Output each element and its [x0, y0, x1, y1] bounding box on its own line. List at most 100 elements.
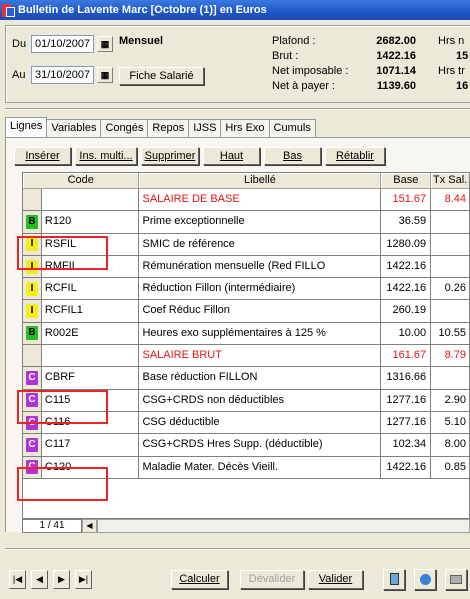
calculator-button[interactable]: [383, 569, 405, 590]
tab-cumuls[interactable]: Cumuls: [268, 119, 316, 137]
code-cell[interactable]: R120: [42, 211, 140, 233]
tab-lignes[interactable]: Lignes: [5, 117, 48, 137]
tx-sal-cell[interactable]: 8.79: [431, 345, 469, 366]
devalider-button[interactable]: Dévalider: [240, 570, 304, 589]
horizontal-scrollbar[interactable]: [97, 519, 470, 533]
tab-repos[interactable]: Repos: [147, 119, 190, 137]
tx-sal-cell[interactable]: 5.10: [431, 412, 469, 433]
base-cell[interactable]: 260.19: [381, 300, 432, 322]
last-record-button[interactable]: ▶|: [75, 570, 92, 589]
libelle-cell[interactable]: CSG+CRDS non déductibles: [139, 389, 382, 411]
help-button[interactable]: [414, 569, 436, 590]
base-cell[interactable]: 1280.09: [381, 233, 432, 255]
fiche-salarie-button[interactable]: Fiche Salarié: [119, 67, 204, 85]
table-row[interactable]: SALAIRE BRUT 161.67 8.79: [23, 345, 469, 368]
libelle-cell[interactable]: Rémunération mensuelle (Red FILLO: [139, 255, 382, 278]
base-cell[interactable]: 1422.16: [381, 255, 432, 278]
code-cell[interactable]: [42, 189, 140, 211]
tx-sal-cell[interactable]: 0.85: [431, 457, 469, 478]
tab-hrs-exo[interactable]: Hrs Exo: [220, 119, 270, 137]
from-date-input[interactable]: 01/10/2007: [31, 35, 94, 53]
table-row[interactable]: B R002E Heures exo supplémentaires à 125 %…: [23, 322, 469, 346]
row-type-cell: B: [23, 322, 42, 345]
base-cell[interactable]: 36.59: [381, 211, 432, 233]
first-record-button[interactable]: |◀: [9, 570, 26, 589]
row-type-cell: I: [23, 278, 42, 300]
to-calendar-button[interactable]: ▦: [97, 67, 113, 83]
header-base[interactable]: Base: [381, 173, 432, 188]
base-cell[interactable]: 1422.16: [381, 278, 432, 300]
base-cell[interactable]: 10.00: [381, 322, 432, 345]
header-code[interactable]: Code: [23, 173, 140, 188]
tab-conges[interactable]: Congés: [100, 119, 149, 137]
base-cell[interactable]: 1316.66: [381, 367, 432, 389]
code-cell[interactable]: R002E: [42, 322, 140, 345]
libelle-cell[interactable]: Maladie Mater. Décès Vieill.: [139, 456, 382, 478]
tx-sal-cell[interactable]: 10.55: [431, 323, 469, 344]
base-cell[interactable]: 1277.16: [381, 389, 432, 411]
highlight-box-rsfil: [17, 236, 108, 270]
hrs-n-label: Hrs n: [438, 35, 465, 47]
libelle-cell[interactable]: Prime exceptionnelle: [139, 211, 382, 233]
code-cell[interactable]: [42, 345, 140, 367]
insert-multi-button[interactable]: Ins. multi...: [75, 147, 137, 165]
separator: [5, 108, 470, 110]
tx-sal-cell[interactable]: 0.26: [431, 278, 469, 299]
base-cell[interactable]: 161.67: [381, 345, 432, 367]
header-libelle[interactable]: Libellé: [139, 173, 382, 188]
prev-record-button[interactable]: ◀: [31, 570, 48, 589]
to-date-input[interactable]: 31/10/2007: [31, 66, 94, 84]
valider-button[interactable]: Valider: [308, 570, 363, 589]
libelle-cell[interactable]: CSG+CRDS Hres Supp. (déductible): [139, 434, 382, 456]
tx-sal-cell[interactable]: [431, 234, 469, 255]
libelle-cell[interactable]: SALAIRE DE BASE: [139, 189, 382, 211]
from-label: Du: [12, 38, 27, 50]
tx-sal-cell[interactable]: [431, 367, 469, 388]
libelle-cell[interactable]: Réduction Fillon (intermédiaire): [139, 278, 382, 300]
table-row[interactable]: I RCFIL1 Coef Réduc Fillon 260.19: [23, 300, 469, 323]
libelle-cell[interactable]: Coef Réduc Fillon: [139, 300, 382, 322]
libelle-cell[interactable]: SALAIRE BRUT: [139, 345, 382, 367]
code-cell[interactable]: RCFIL: [42, 278, 140, 300]
table-row[interactable]: I RCFIL Réduction Fillon (intermédiaire) 14…: [23, 278, 469, 301]
tx-sal-cell[interactable]: 8.44: [431, 189, 469, 210]
bas-button[interactable]: Bas: [264, 147, 321, 165]
tab-ijss[interactable]: IJSS: [188, 119, 222, 137]
inserer-button[interactable]: Insérer: [14, 147, 71, 165]
print-button[interactable]: [445, 569, 467, 590]
base-cell[interactable]: 102.34: [381, 434, 432, 456]
tab-variables[interactable]: Variables: [46, 119, 102, 137]
base-cell[interactable]: 151.67: [381, 189, 432, 211]
tx-sal-cell[interactable]: 8.00: [431, 434, 469, 455]
code-cell[interactable]: CBRF: [42, 367, 140, 389]
header-tx-sal[interactable]: Tx Sal.: [431, 173, 469, 188]
code-cell[interactable]: RCFIL1: [42, 300, 140, 322]
haut-button[interactable]: Haut: [203, 147, 260, 165]
scroll-left-button[interactable]: ◀: [82, 519, 97, 533]
title-bar[interactable]: Bulletin de Lavente Marc [Octobre (1)] e…: [0, 0, 470, 20]
libelle-cell[interactable]: CSG déductible: [139, 411, 382, 434]
libelle-cell[interactable]: SMIC de référence: [139, 233, 382, 255]
tx-sal-cell[interactable]: 2.90: [431, 390, 469, 411]
table-row[interactable]: C CBRF Base réduction FILLON 1316.66: [23, 367, 469, 390]
libelle-cell[interactable]: Heures exo supplémentaires à 125 %: [139, 322, 382, 345]
table-row[interactable]: C C117 CSG+CRDS Hres Supp. (déductible) 102…: [23, 434, 469, 457]
supprimer-button[interactable]: Supprimer: [141, 147, 199, 165]
prev-icon: ◀: [36, 574, 43, 584]
app-icon: [2, 3, 15, 17]
from-calendar-button[interactable]: ▦: [97, 36, 113, 52]
to-label: Au: [12, 69, 26, 81]
tx-sal-cell[interactable]: [431, 256, 469, 277]
calculator-icon: [389, 573, 399, 585]
retablir-button[interactable]: Rétablir: [325, 147, 385, 165]
table-row[interactable]: SALAIRE DE BASE 151.67 8.44: [23, 189, 469, 212]
code-cell[interactable]: C117: [42, 434, 140, 456]
next-record-button[interactable]: ▶: [53, 570, 70, 589]
tx-sal-cell[interactable]: [431, 300, 469, 321]
base-cell[interactable]: 1422.16: [381, 456, 432, 478]
tx-sal-cell[interactable]: [431, 211, 469, 232]
base-cell[interactable]: 1277.16: [381, 411, 432, 434]
table-row[interactable]: B R120 Prime exceptionnelle 36.59: [23, 211, 469, 234]
calculer-button[interactable]: Calculer: [171, 570, 228, 589]
libelle-cell[interactable]: Base réduction FILLON: [139, 367, 382, 389]
